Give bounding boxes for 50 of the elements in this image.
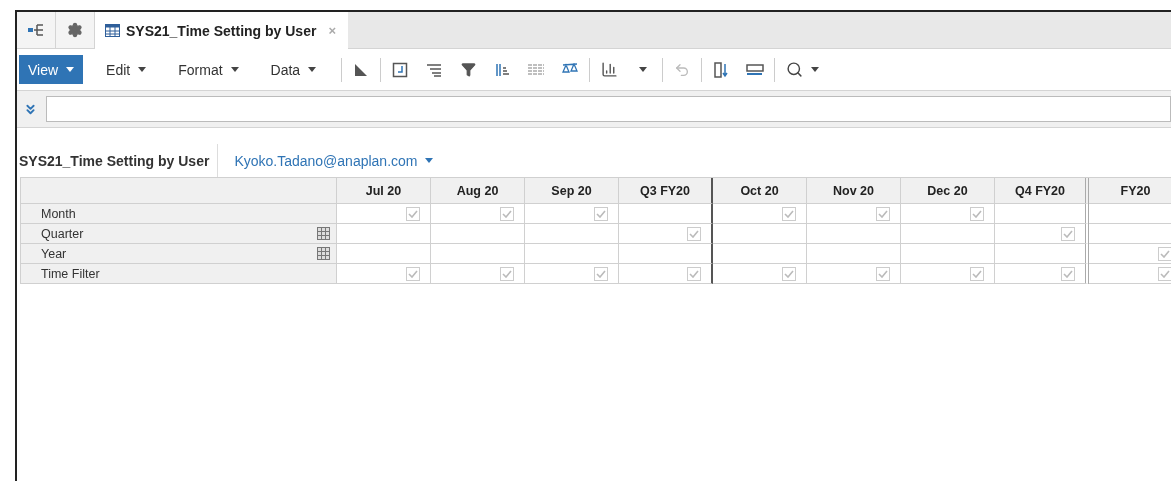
caret-icon xyxy=(425,158,434,163)
checkbox[interactable] xyxy=(970,266,984,281)
menu-button[interactable]: Format xyxy=(169,55,248,84)
menu-button[interactable]: View xyxy=(19,55,84,84)
column-header: Jul 20 xyxy=(337,178,431,204)
caret-icon xyxy=(66,67,75,72)
module-title: SYS21_Time Setting by User xyxy=(17,144,219,177)
column-header: Nov 20 xyxy=(807,178,901,204)
checkbox[interactable] xyxy=(406,206,420,221)
caret-icon xyxy=(138,67,147,72)
hierarchy-tab[interactable] xyxy=(17,12,56,48)
row-label: Quarter xyxy=(41,226,84,241)
grid-icon xyxy=(105,24,120,37)
menu-button[interactable]: Data xyxy=(261,55,326,84)
checkbox[interactable] xyxy=(1061,266,1075,281)
checkbox[interactable] xyxy=(876,266,890,281)
checkbox[interactable] xyxy=(876,206,890,221)
row-label: Month xyxy=(41,206,76,221)
column-header: Q4 FY20 xyxy=(995,178,1089,204)
checkbox[interactable] xyxy=(687,266,701,281)
settings-icon xyxy=(67,22,83,38)
column-header: Q3 FY20 xyxy=(619,178,713,204)
checkbox[interactable] xyxy=(594,266,608,281)
user-selector[interactable]: Kyoko.Tadano@anaplan.com xyxy=(218,144,450,177)
column-header: Aug 20 xyxy=(431,178,525,204)
module-tab[interactable]: SYS21_Time Setting by User × xyxy=(95,12,348,49)
checkbox[interactable] xyxy=(500,206,514,221)
column-header: Oct 20 xyxy=(713,178,807,204)
row-label: Year xyxy=(41,246,67,261)
checkbox[interactable] xyxy=(1158,246,1171,261)
column-header: Sep 20 xyxy=(525,178,619,204)
checkbox[interactable] xyxy=(970,206,984,221)
caret-icon xyxy=(308,67,317,72)
checkbox[interactable] xyxy=(594,206,608,221)
checkbox[interactable] xyxy=(406,266,420,281)
column-header: Dec 20 xyxy=(901,178,995,204)
hierarchy-icon xyxy=(28,24,44,36)
checkbox[interactable] xyxy=(782,266,796,281)
column-header: FY20 xyxy=(1089,178,1171,204)
caret-icon xyxy=(811,67,820,72)
checkbox[interactable] xyxy=(500,266,514,281)
checkbox[interactable] xyxy=(782,206,796,221)
settings-tab[interactable] xyxy=(56,12,95,48)
checkbox[interactable] xyxy=(1061,226,1075,241)
checkbox[interactable] xyxy=(1158,266,1171,281)
checkbox[interactable] xyxy=(687,226,701,241)
menu-button[interactable]: Edit xyxy=(97,55,156,84)
row-label: Time Filter xyxy=(41,266,100,281)
formula-field[interactable] xyxy=(46,96,1171,122)
caret-icon xyxy=(230,67,239,72)
